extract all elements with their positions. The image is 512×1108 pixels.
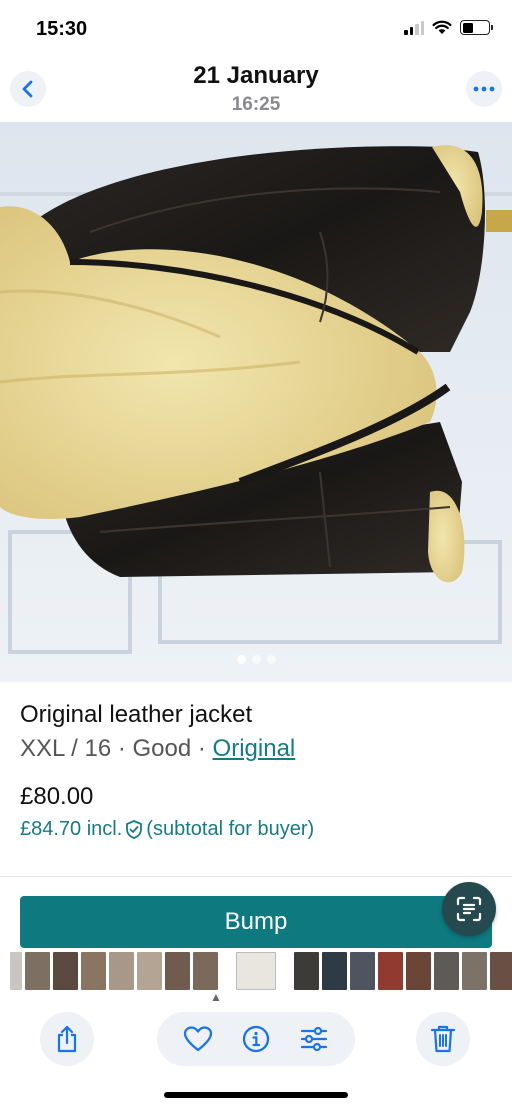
thumbnail[interactable] (165, 952, 190, 990)
thumbnail[interactable] (378, 952, 403, 990)
info-button[interactable] (236, 1019, 276, 1059)
thumbnail[interactable] (137, 952, 162, 990)
price-incl: £84.70 incl. (20, 818, 123, 840)
signal-icon (404, 20, 424, 35)
thumbnail[interactable] (490, 952, 512, 990)
page-dots (0, 655, 512, 664)
header-date: 21 January (193, 62, 319, 89)
live-text-icon (456, 896, 482, 922)
listing-info: Original leather jacket XXL / 16 · Good … (20, 700, 492, 842)
thumbnail-strip[interactable] (0, 952, 512, 992)
action-pill (157, 1012, 355, 1066)
thumbnail[interactable] (81, 952, 106, 990)
battery-icon (460, 20, 493, 35)
thumbnail-gap (221, 952, 233, 990)
share-button[interactable] (40, 1012, 94, 1066)
adjust-icon (300, 1026, 328, 1052)
listing-price: £80.00 (20, 783, 94, 810)
divider (0, 876, 512, 877)
status-icons (404, 20, 493, 35)
thumbnail[interactable] (406, 952, 431, 990)
status-bar: 15:30 (0, 0, 512, 60)
listing-title: Original leather jacket (20, 701, 253, 728)
wifi-icon (432, 20, 452, 34)
caret-up-icon: ▲ (210, 990, 222, 1004)
info-icon (242, 1025, 270, 1053)
subtotal-note: (subtotal for buyer) (146, 818, 315, 840)
thumbnail[interactable] (462, 952, 487, 990)
heart-icon (183, 1026, 213, 1052)
more-button[interactable] (466, 71, 502, 107)
page-dot (251, 655, 261, 664)
brand-link[interactable]: Original (213, 735, 296, 762)
thumbnail[interactable] (193, 952, 218, 990)
jacket-image (0, 122, 512, 682)
thumbnail-current[interactable] (236, 952, 276, 990)
thumbnail[interactable] (294, 952, 319, 990)
buyer-price-row[interactable]: £84.70 incl. (subtotal for buyer) (20, 816, 492, 842)
shield-check-icon (126, 820, 143, 839)
thumbnail[interactable] (53, 952, 78, 990)
adjust-button[interactable] (294, 1019, 334, 1059)
header-time: 16:25 (231, 94, 281, 115)
home-indicator[interactable] (164, 1092, 348, 1098)
meta-separator: · (111, 735, 133, 762)
listing-condition: Good (132, 735, 192, 762)
listing-meta: XXL / 16 · Good · Original (20, 734, 492, 764)
thumbnail[interactable] (350, 952, 375, 990)
photos-header: 21 January 16:25 (0, 60, 512, 122)
product-photo[interactable] (0, 122, 512, 682)
share-icon (57, 1025, 77, 1053)
ellipsis-icon (473, 86, 495, 92)
live-text-button[interactable] (442, 882, 496, 936)
page-dot (266, 655, 276, 664)
page-dot (236, 655, 246, 664)
listing-size: XXL / 16 (20, 735, 112, 762)
trash-icon (430, 1025, 456, 1053)
thumbnail[interactable] (434, 952, 459, 990)
thumbnail[interactable] (10, 952, 22, 990)
thumbnail[interactable] (25, 952, 50, 990)
thumbnail-gap (279, 952, 291, 990)
thumbnail[interactable] (109, 952, 134, 990)
delete-button[interactable] (416, 1012, 470, 1066)
favorite-button[interactable] (178, 1019, 218, 1059)
bottom-toolbar (0, 1012, 512, 1072)
meta-separator: · (191, 735, 213, 762)
bump-button[interactable]: Bump (20, 896, 492, 948)
thumbnail[interactable] (322, 952, 347, 990)
status-time: 15:30 (36, 18, 88, 40)
